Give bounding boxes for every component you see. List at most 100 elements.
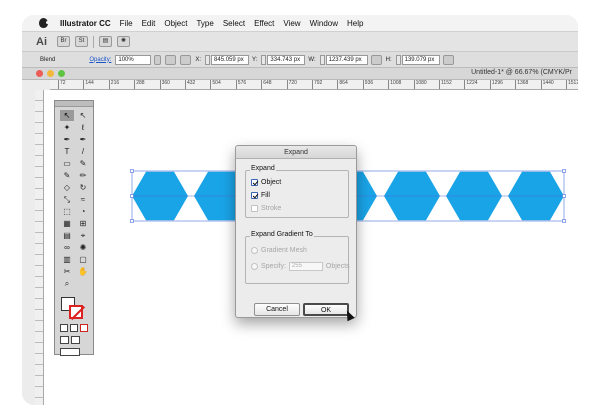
menu-view[interactable]: View bbox=[283, 19, 300, 28]
type-tool-icon[interactable]: T bbox=[60, 146, 74, 157]
eyedropper-tool-icon[interactable]: ⌖ bbox=[76, 230, 90, 241]
cancel-button[interactable]: Cancel bbox=[254, 303, 300, 316]
shaper-tool-icon[interactable]: ✎ bbox=[60, 170, 74, 181]
bounding-box-handle[interactable] bbox=[130, 219, 134, 223]
lasso-tool-icon[interactable]: ℓ bbox=[76, 122, 90, 133]
recolor-artwork-icon[interactable] bbox=[165, 54, 177, 65]
specify-objects-field: 255 bbox=[288, 262, 323, 271]
menu-window[interactable]: Window bbox=[310, 19, 338, 28]
menu-edit[interactable]: Edit bbox=[142, 19, 156, 28]
fill-option[interactable]: Fill bbox=[251, 192, 270, 199]
object-option[interactable]: Object bbox=[251, 179, 281, 186]
fill-checkbox[interactable] bbox=[251, 192, 258, 199]
apple-icon[interactable] bbox=[39, 18, 49, 28]
perspective-tool-icon[interactable]: ▦ bbox=[60, 218, 74, 229]
rotate-tool-icon[interactable]: ↻ bbox=[76, 182, 90, 193]
ruler-tick-label: 1080 bbox=[413, 80, 427, 89]
rectangle-tool-icon[interactable]: ▭ bbox=[60, 158, 74, 169]
bounding-box-handle[interactable] bbox=[130, 169, 134, 173]
h-stepper[interactable] bbox=[395, 54, 401, 65]
draw-behind-button[interactable] bbox=[71, 336, 80, 344]
magic-wand-tool-icon[interactable]: ✦ bbox=[60, 122, 74, 133]
hand-tool-icon[interactable]: ✋ bbox=[76, 266, 90, 277]
artboard-tool-icon[interactable]: ▢ bbox=[76, 254, 90, 265]
selection-tool-icon[interactable]: ↖ bbox=[60, 110, 74, 121]
appbar-divider bbox=[93, 35, 94, 48]
color-mode-button[interactable] bbox=[60, 324, 68, 332]
screen-mode-button[interactable] bbox=[60, 348, 80, 356]
vertical-ruler[interactable] bbox=[35, 90, 44, 405]
close-window-icon[interactable] bbox=[36, 70, 43, 77]
draw-normal-button[interactable] bbox=[60, 336, 69, 344]
scale-tool-icon[interactable]: ⤡ bbox=[60, 194, 74, 205]
x-stepper[interactable] bbox=[205, 54, 211, 65]
maximize-window-icon[interactable] bbox=[58, 70, 65, 77]
selection-type-label: Blend bbox=[40, 56, 56, 63]
zoom-tool-icon[interactable]: ⌕ bbox=[60, 278, 74, 289]
curvature-tool-icon[interactable]: ✒ bbox=[76, 134, 90, 145]
eraser-tool-icon[interactable]: ◇ bbox=[60, 182, 74, 193]
gpu-performance-icon[interactable]: ✺ bbox=[117, 36, 130, 47]
transform-options-icon[interactable] bbox=[442, 54, 454, 65]
y-stepper[interactable] bbox=[261, 54, 267, 65]
expand-group: Expand Object Fill Stroke bbox=[245, 165, 349, 218]
opacity-field[interactable]: 100% bbox=[115, 54, 152, 65]
pen-tool-icon[interactable]: ✒ bbox=[60, 134, 74, 145]
line-tool-icon[interactable]: / bbox=[76, 146, 90, 157]
none-mode-button[interactable] bbox=[80, 324, 88, 332]
bounding-box-handle[interactable] bbox=[562, 219, 566, 223]
stroke-none-swatch[interactable] bbox=[69, 305, 83, 319]
free-transform-tool-icon[interactable]: ⬚ bbox=[60, 206, 74, 217]
minimize-window-icon[interactable] bbox=[47, 70, 54, 77]
constrain-proportions-icon[interactable] bbox=[370, 54, 382, 65]
slice-tool-icon[interactable]: ✂ bbox=[60, 266, 74, 277]
reference-point-icon[interactable] bbox=[180, 54, 192, 65]
menu-object[interactable]: Object bbox=[164, 19, 187, 28]
menu-help[interactable]: Help bbox=[347, 19, 363, 28]
ruler-tick-label: 360 bbox=[159, 80, 170, 89]
object-checkbox[interactable] bbox=[251, 179, 258, 186]
bounding-box-handle[interactable] bbox=[130, 194, 134, 198]
column-graph-tool-icon[interactable]: ▥ bbox=[60, 254, 74, 265]
arrange-documents-icon[interactable]: ▤ bbox=[99, 36, 112, 47]
direct-selection-tool-icon[interactable]: ↖ bbox=[76, 110, 90, 121]
w-field[interactable]: 1237.439 px bbox=[325, 54, 368, 65]
mesh-tool-icon[interactable]: ⊞ bbox=[76, 218, 90, 229]
x-field[interactable]: 845.059 px bbox=[211, 54, 250, 65]
paintbrush-tool-icon[interactable]: ✎ bbox=[76, 158, 90, 169]
menu-type[interactable]: Type bbox=[196, 19, 213, 28]
menu-app-name[interactable]: Illustrator CC bbox=[60, 19, 111, 28]
width-tool-icon[interactable]: ≈ bbox=[76, 194, 90, 205]
w-stepper[interactable] bbox=[319, 54, 325, 65]
menu-select[interactable]: Select bbox=[223, 19, 245, 28]
stock-button[interactable]: St bbox=[75, 36, 88, 47]
opacity-dropdown-icon[interactable] bbox=[154, 54, 162, 65]
gradient-mode-button[interactable] bbox=[70, 324, 78, 332]
gradient-group-label: Expand Gradient To bbox=[250, 231, 314, 238]
symbol-sprayer-tool-icon[interactable]: ✺ bbox=[76, 242, 90, 253]
tools-panel: ↖ ↖ ✦ ℓ ✒ ✒ T / ▭ ✎ ✎ ✏ ◇ ↻ ⤡ ≈ ⬚ ◔ ▦ ⊞ ▤ ⌖ ∞ ✺ ▥ ▢ ✂ ✋ ⌕ bbox=[54, 100, 94, 356]
app-bar: Ai Br St ▤ ✺ bbox=[22, 32, 578, 52]
ok-button[interactable]: OK bbox=[303, 303, 349, 316]
menu-effect[interactable]: Effect bbox=[254, 19, 274, 28]
blend-tool-icon[interactable]: ∞ bbox=[60, 242, 74, 253]
menu-file[interactable]: File bbox=[120, 19, 133, 28]
bounding-box-handle[interactable] bbox=[562, 169, 566, 173]
ruler-tick-label: 1512 bbox=[566, 80, 578, 89]
h-field[interactable]: 139.079 px bbox=[401, 54, 440, 65]
bounding-box-handle[interactable] bbox=[562, 194, 566, 198]
ruler-tick-label: 288 bbox=[134, 80, 145, 89]
fill-stroke-swatches[interactable] bbox=[60, 296, 88, 322]
horizontal-ruler[interactable]: 72 144 216 288 360 432 504 576 648 720 792 864 936 10… bbox=[50, 80, 578, 90]
y-field[interactable]: 334.743 px bbox=[267, 54, 306, 65]
gradient-tool-icon[interactable]: ▤ bbox=[60, 230, 74, 241]
draw-mode-row bbox=[55, 334, 93, 346]
bridge-button[interactable]: Br bbox=[57, 36, 70, 47]
ruler-tick-label: 576 bbox=[235, 80, 246, 89]
pencil-tool-icon[interactable]: ✏ bbox=[76, 170, 90, 181]
stroke-label: Stroke bbox=[261, 205, 282, 212]
opacity-link[interactable]: Opacity: bbox=[89, 57, 111, 63]
h-label: H: bbox=[385, 56, 392, 63]
shape-builder-tool-icon[interactable]: ◔ bbox=[76, 206, 90, 217]
stroke-option: Stroke bbox=[251, 205, 281, 212]
